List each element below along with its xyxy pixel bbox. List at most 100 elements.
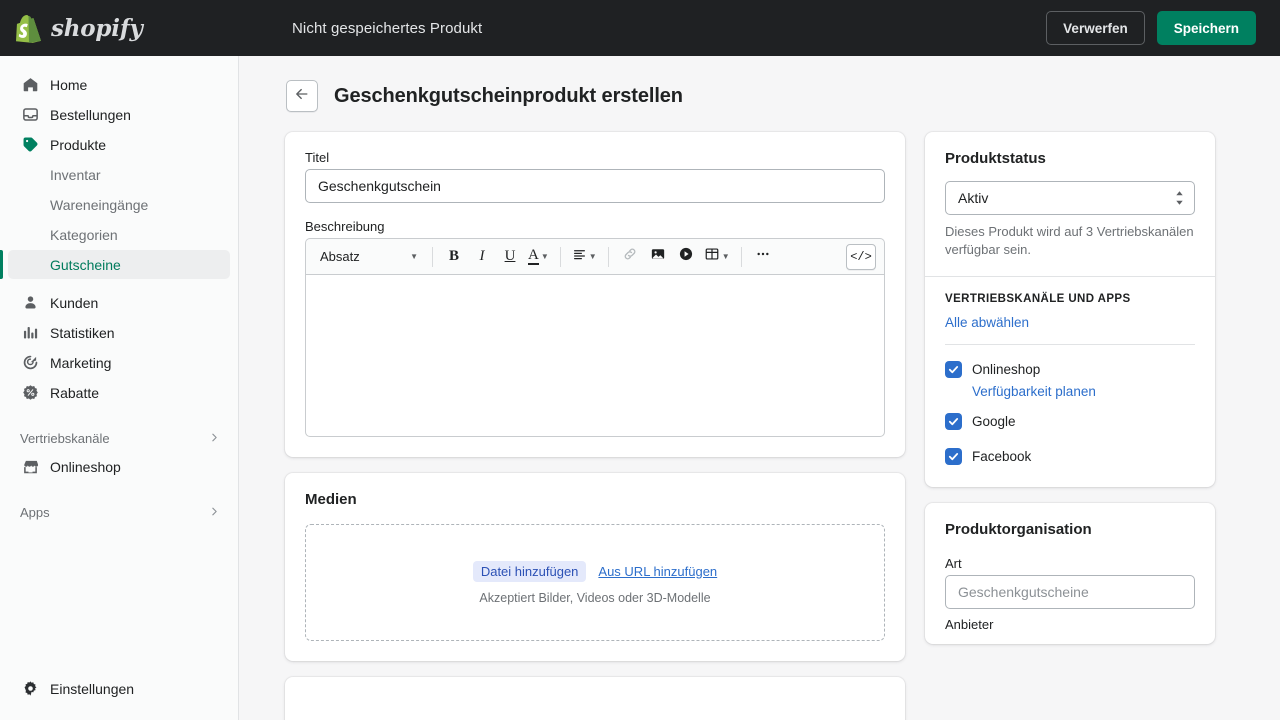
align-left-icon: [572, 247, 587, 267]
sidebar-item-label: Einstellungen: [50, 680, 135, 697]
sidebar-section-vertriebskanaele[interactable]: Vertriebskanäle: [8, 424, 230, 452]
toolbar-divider: [559, 246, 561, 267]
text-color-glyph: A: [528, 247, 539, 266]
deselect-all-link[interactable]: Alle abwählen: [945, 315, 1195, 330]
description-editor-body[interactable]: [305, 274, 885, 437]
toolbar-divider: [432, 246, 433, 267]
customer-icon: [20, 293, 40, 313]
product-type-input[interactable]: [945, 574, 1195, 609]
channels-divider: [945, 343, 1195, 345]
paragraph-style-select[interactable]: Absatz ▼: [312, 244, 424, 270]
sidebar-item-gutscheine[interactable]: Gutscheine: [8, 250, 230, 279]
link-button[interactable]: [617, 244, 643, 270]
sidebar-subitem-label: Gutscheine: [50, 256, 121, 273]
underline-button[interactable]: U: [497, 244, 523, 270]
sidebar-item-label: Onlineshop: [50, 458, 121, 475]
media-card: Medien Datei hinzufügen Aus URL hinzufüg…: [285, 473, 905, 661]
sidebar-item-marketing[interactable]: Marketing: [8, 348, 230, 377]
title-input[interactable]: [305, 169, 885, 203]
marketing-target-icon: [20, 353, 40, 373]
top-bar: shopify Nicht gespeichertes Produkt Verw…: [0, 0, 1280, 56]
analytics-bars-icon: [20, 323, 40, 343]
product-status-select[interactable]: Aktiv: [945, 181, 1195, 215]
channel-label: Google: [972, 413, 1016, 429]
product-organization-title: Produktorganisation: [945, 520, 1092, 538]
sidebar-item-bestellungen[interactable]: Bestellungen: [8, 100, 230, 129]
image-icon: [650, 246, 666, 267]
sidebar-section-apps[interactable]: Apps: [8, 498, 230, 526]
chevron-down-icon: ▼: [588, 251, 597, 261]
right-column: Produktstatus Aktiv Dieses Produkt wird …: [925, 132, 1215, 660]
main-content: Geschenkgutscheinprodukt erstellen Titel…: [239, 56, 1280, 720]
sidebar-section-label: Vertriebskanäle: [20, 430, 110, 446]
sidebar-item-label: Statistiken: [50, 324, 115, 341]
code-view-button[interactable]: </>: [846, 243, 876, 270]
chevron-right-icon: [209, 506, 220, 519]
sidebar-item-inventar[interactable]: Inventar: [8, 160, 230, 189]
shopify-bag-logo-icon: [16, 14, 42, 43]
shopify-wordmark: shopify: [51, 14, 143, 42]
sidebar-item-label: Home: [50, 76, 88, 93]
insert-image-button[interactable]: [645, 244, 671, 270]
discount-percent-icon: [20, 383, 40, 403]
sidebar-subitem-inventar-wrap: Inventar: [0, 160, 238, 190]
sidebar-item-produkte[interactable]: Produkte: [8, 130, 230, 159]
sidebar-item-einstellungen[interactable]: Einstellungen: [8, 674, 230, 703]
sidebar-subitem-gutscheine-wrap: Gutscheine: [0, 250, 238, 280]
left-column: Titel Beschreibung Absatz ▼ B: [285, 132, 905, 720]
channel-row-facebook: Facebook: [945, 447, 1195, 465]
checkbox-facebook[interactable]: [945, 447, 962, 465]
more-horizontal-icon: [755, 246, 771, 267]
more-options-button[interactable]: [750, 244, 776, 270]
sidebar-item-kategorien[interactable]: Kategorien: [8, 220, 230, 249]
media-card-title: Medien: [305, 491, 357, 508]
home-icon: [20, 75, 40, 95]
orders-inbox-icon: [20, 105, 40, 125]
back-button[interactable]: [286, 80, 318, 112]
description-field-label: Beschreibung: [305, 219, 385, 234]
schedule-availability-link[interactable]: Verfügbarkeit planen: [972, 384, 1195, 399]
type-field-label: Art: [945, 555, 962, 571]
bold-button[interactable]: B: [441, 244, 467, 270]
link-icon: [622, 246, 638, 267]
sidebar-item-label: Rabatte: [50, 384, 100, 401]
video-play-icon: [678, 246, 694, 267]
sidebar-subitem-label: Kategorien: [50, 226, 118, 243]
sidebar-item-label: Kunden: [50, 294, 99, 311]
product-details-card: Titel Beschreibung Absatz ▼ B: [285, 132, 905, 457]
discard-button[interactable]: Verwerfen: [1046, 11, 1145, 45]
align-button[interactable]: ▼: [569, 244, 600, 270]
page-title: Geschenkgutscheinprodukt erstellen: [334, 84, 683, 107]
content-columns: Titel Beschreibung Absatz ▼ B: [239, 112, 1280, 720]
code-view-icon: </>: [850, 249, 872, 264]
sidebar-item-kunden[interactable]: Kunden: [8, 288, 230, 317]
sidebar-item-wareneingaenge[interactable]: Wareneingänge: [8, 190, 230, 219]
add-file-button[interactable]: Datei hinzufügen: [472, 560, 587, 582]
sidebar-item-home[interactable]: Home: [8, 70, 230, 99]
chevron-down-icon: ▼: [721, 251, 730, 261]
checkbox-onlineshop[interactable]: [945, 360, 962, 378]
sidebar-item-rabatte[interactable]: Rabatte: [8, 378, 230, 407]
sidebar-subitem-label: Inventar: [50, 166, 101, 183]
sidebar-item-statistiken[interactable]: Statistiken: [8, 318, 230, 347]
insert-table-button[interactable]: ▼: [701, 244, 733, 270]
sidebar-item-onlineshop[interactable]: Onlineshop: [8, 452, 230, 481]
channel-row-google: Google: [945, 412, 1195, 430]
media-dropzone[interactable]: Datei hinzufügen Aus URL hinzufügen Akze…: [305, 524, 885, 641]
media-dropzone-hint: Akzeptiert Bilder, Videos oder 3D-Modell…: [479, 590, 711, 605]
add-from-url-link[interactable]: Aus URL hinzufügen: [598, 564, 717, 579]
sidebar-navigation: Home Bestellungen Produkte Inventar Ware…: [0, 56, 239, 720]
storefront-icon: [20, 457, 40, 477]
sidebar-item-label: Bestellungen: [50, 106, 131, 123]
channel-row-onlineshop: Onlineshop: [945, 360, 1195, 378]
checkbox-google[interactable]: [945, 412, 962, 430]
vendor-field-label: Anbieter: [945, 616, 994, 632]
text-color-button[interactable]: A ▼: [525, 244, 552, 270]
italic-button[interactable]: I: [469, 244, 495, 270]
save-button[interactable]: Speichern: [1156, 11, 1256, 45]
paragraph-style-value: Absatz: [320, 249, 360, 264]
product-status-help: Dieses Produkt wird auf 3 Vertriebskanäl…: [945, 224, 1194, 258]
insert-video-button[interactable]: [673, 244, 699, 270]
chevron-down-icon: ▼: [540, 251, 549, 261]
shopify-logo[interactable]: shopify: [0, 0, 239, 56]
